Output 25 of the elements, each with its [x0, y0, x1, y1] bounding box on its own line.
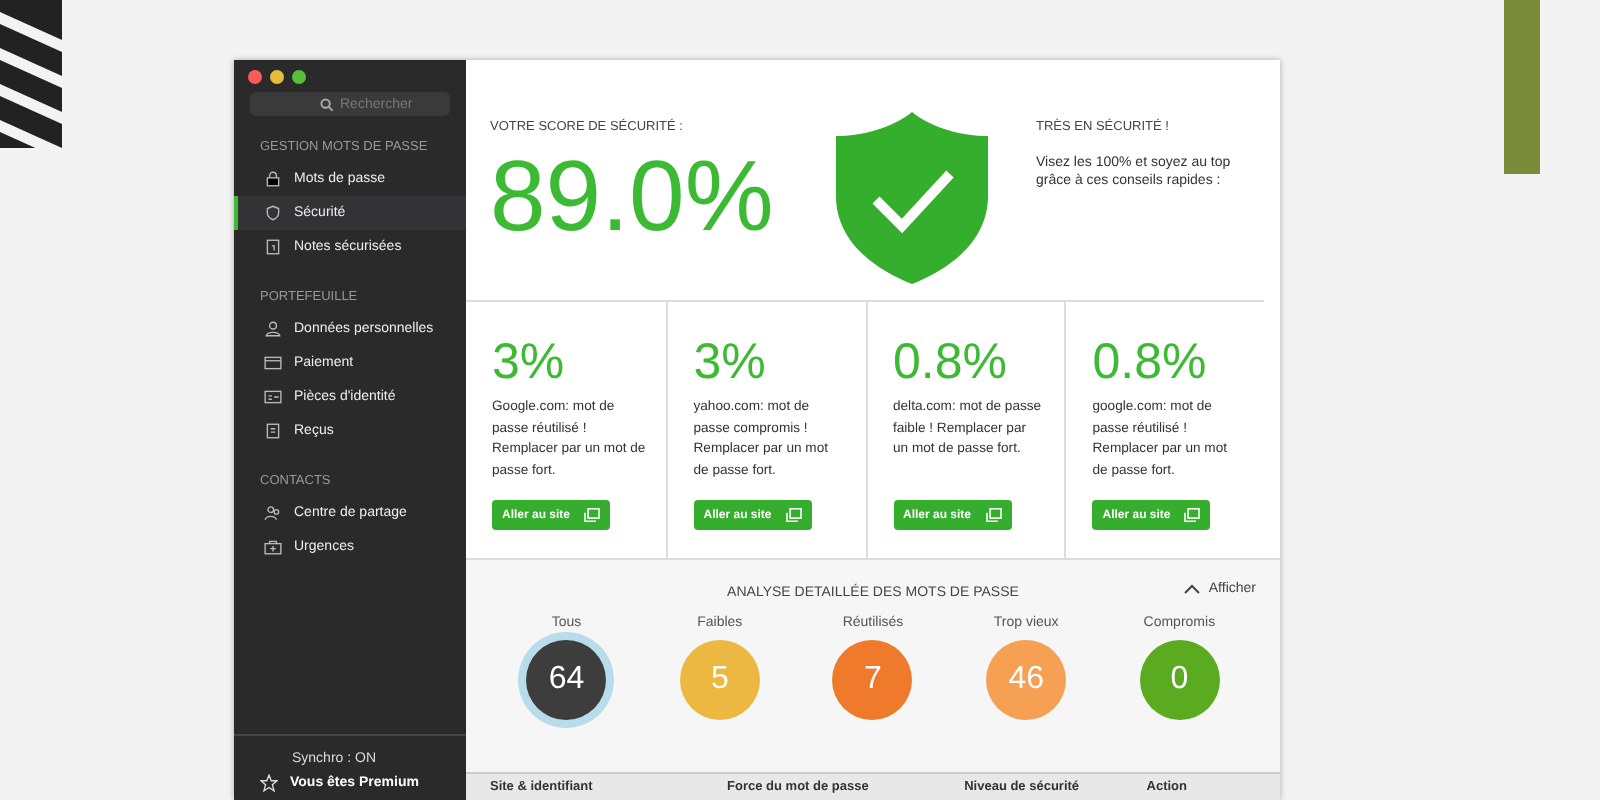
lock-icon — [264, 170, 282, 188]
shield-check-icon — [832, 108, 992, 288]
person-icon — [264, 320, 282, 338]
minimize-button[interactable] — [270, 70, 284, 84]
window-icon — [584, 508, 601, 522]
shield-icon — [264, 204, 282, 222]
tip-percentage: 3% — [492, 334, 567, 392]
count-circle[interactable]: 64 — [526, 640, 607, 720]
id-card-icon — [264, 388, 282, 406]
tip-percentage: 0.8% — [893, 334, 1009, 392]
window-icon — [1184, 508, 1201, 522]
score-value: 89.0% — [490, 146, 776, 246]
tip-percentage: 0.8% — [1092, 334, 1209, 392]
zoom-button[interactable] — [292, 70, 306, 84]
close-button[interactable] — [248, 70, 262, 84]
star-icon — [260, 774, 278, 792]
card-icon — [264, 354, 282, 372]
note-icon — [264, 238, 282, 256]
window-icon — [785, 508, 802, 522]
tip-percentage: 3% — [693, 334, 768, 392]
window-icon — [985, 508, 1002, 522]
receipt-icon — [264, 422, 282, 440]
people-icon — [264, 504, 282, 522]
first-aid-icon — [264, 538, 282, 556]
chevron-up-icon — [1184, 584, 1201, 594]
